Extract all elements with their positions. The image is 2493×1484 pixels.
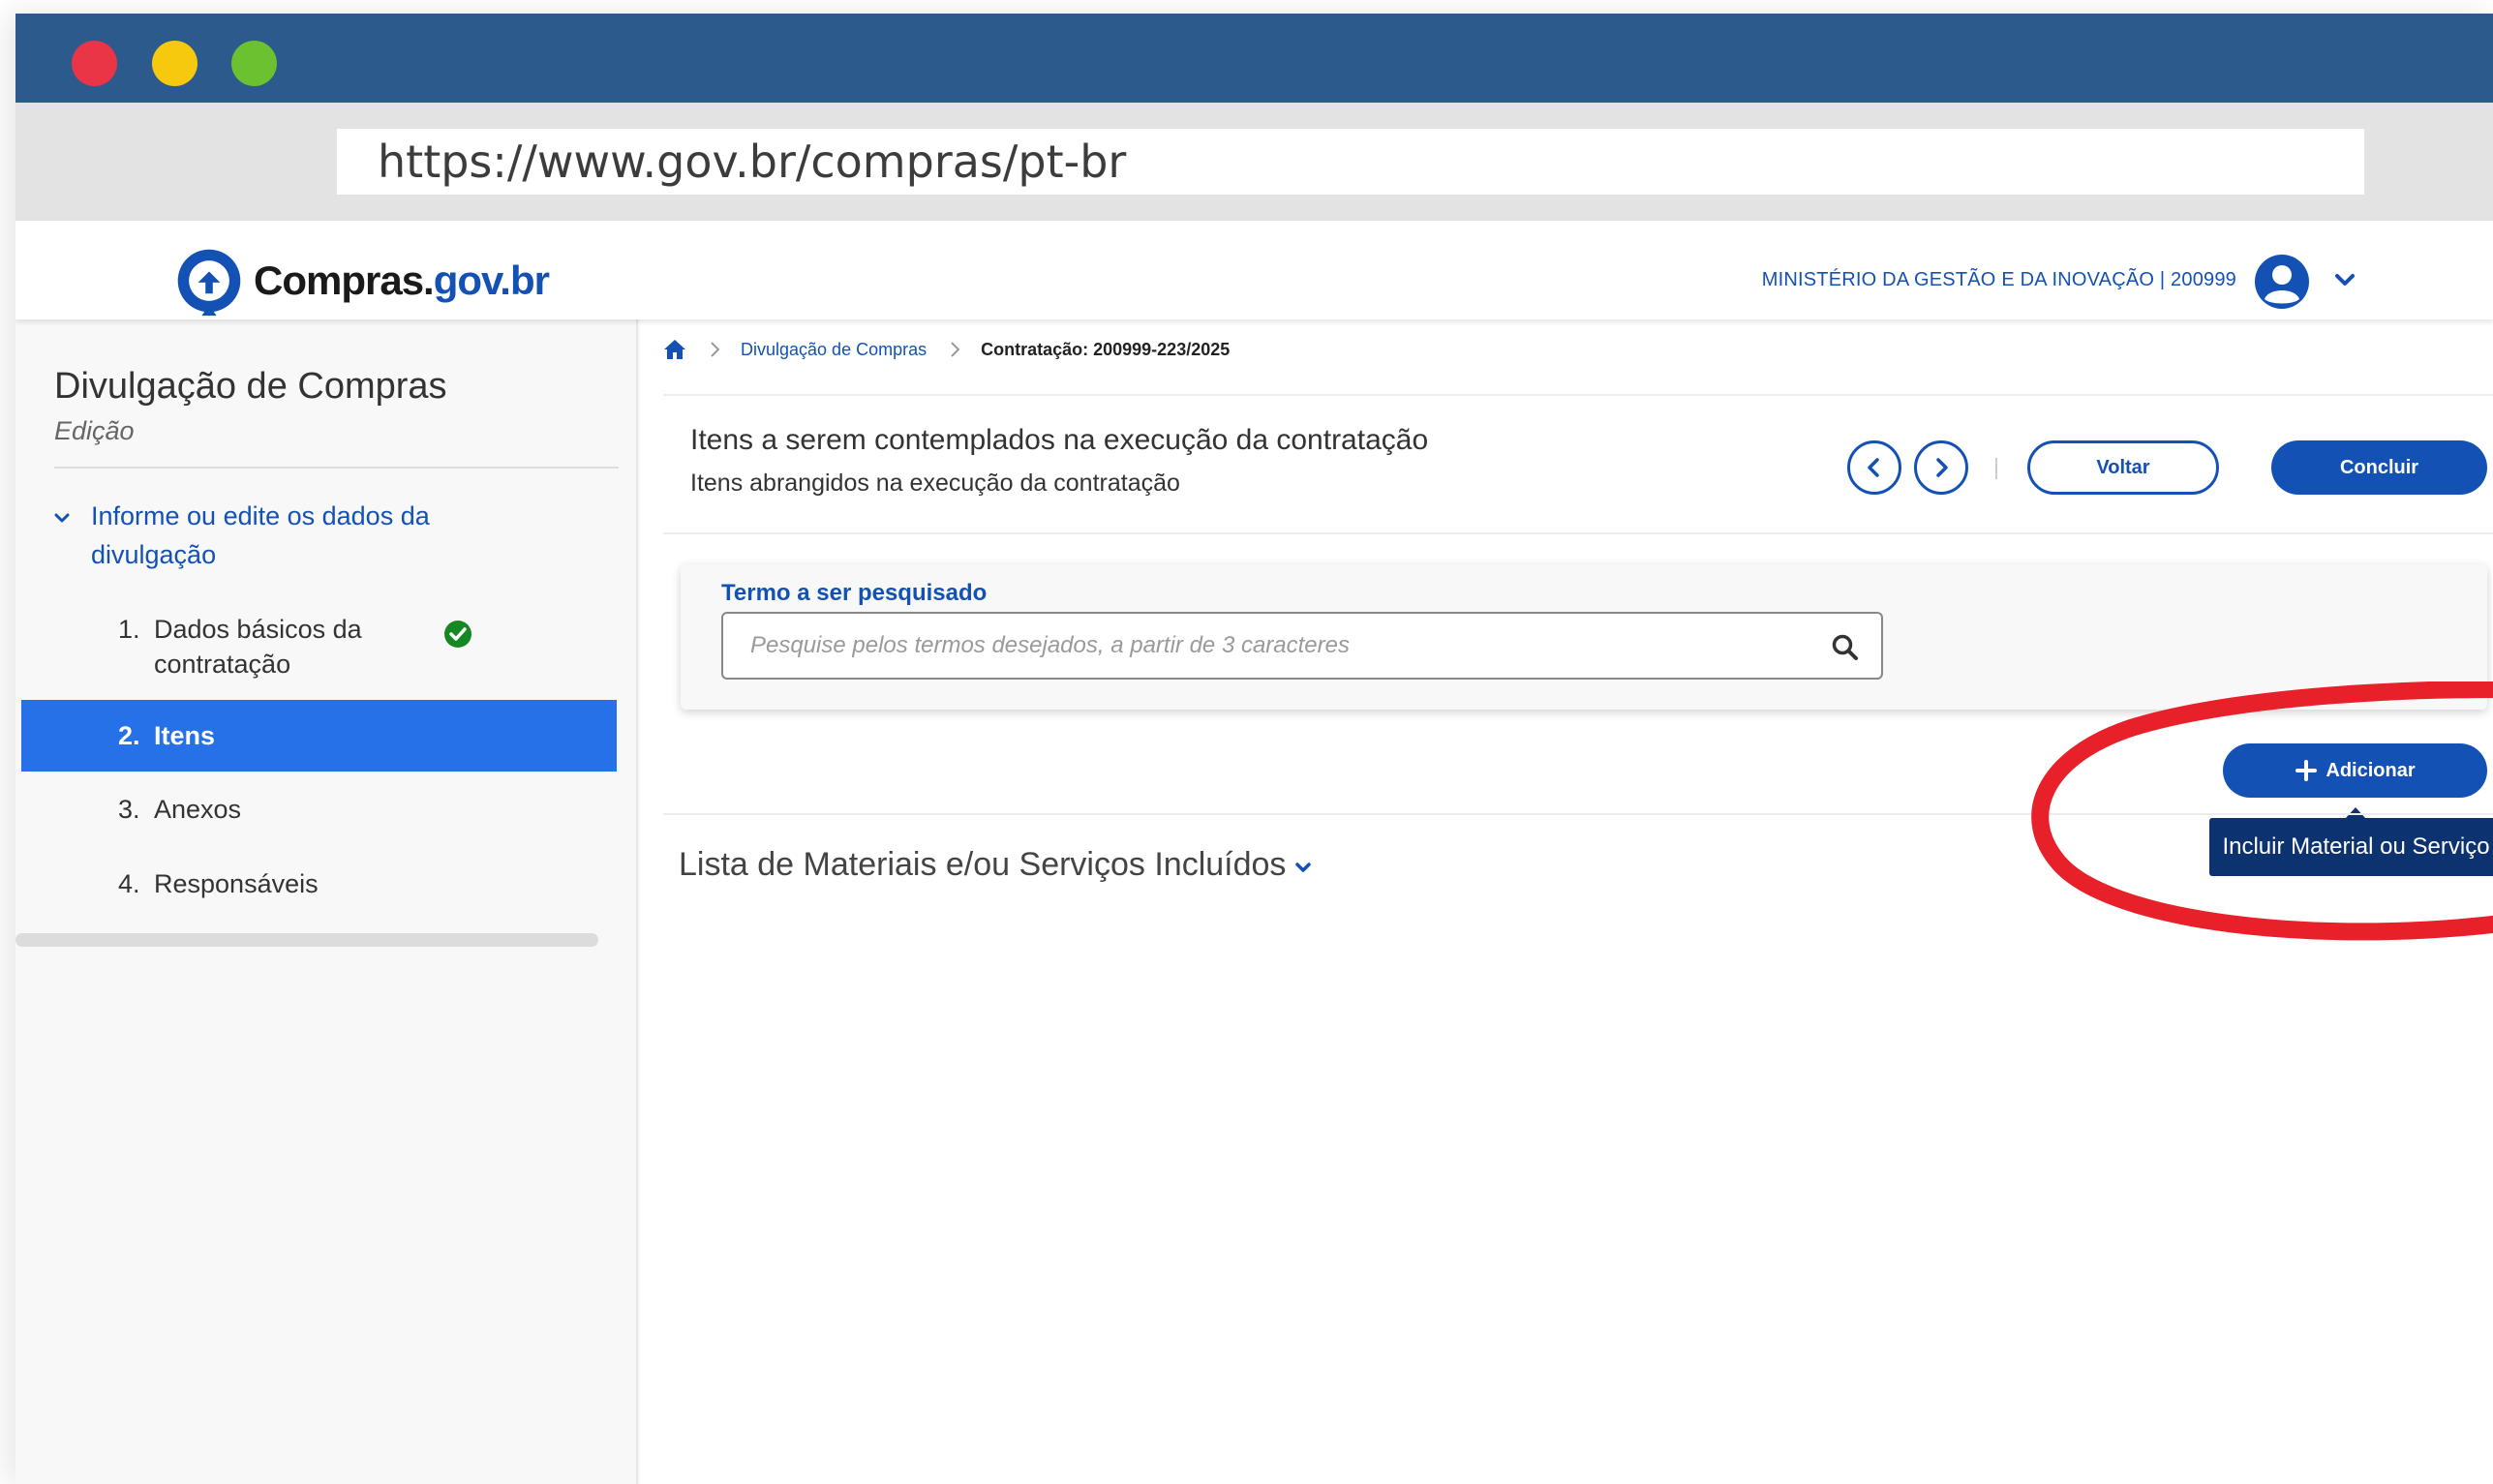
main-content: Divulgação de Compras Contratação: 20099… — [640, 319, 2493, 1484]
plus-icon — [2295, 760, 2318, 781]
add-item-label: Adicionar — [2326, 759, 2416, 781]
finish-button[interactable]: Concluir — [2271, 440, 2487, 495]
chevron-right-icon — [951, 342, 960, 357]
minimize-window-button[interactable] — [152, 41, 198, 86]
included-items-title: Lista de Materiais e/ou Serviços Incluíd… — [679, 846, 1287, 883]
chevron-left-icon — [1868, 458, 1879, 477]
add-item-tooltip: Incluir Material ou Serviço — [2209, 818, 2493, 876]
logo-text: Compras.gov.br — [254, 257, 550, 303]
toolbar-divider — [1995, 458, 1997, 479]
list-divider — [663, 813, 2493, 815]
check-circle-icon — [444, 621, 471, 648]
close-window-button[interactable] — [72, 41, 117, 86]
breadcrumb-current: Contratação: 200999-223/2025 — [981, 339, 1231, 359]
sidebar-group-label: Informe ou edite os dados da divulgação — [91, 501, 430, 569]
sidebar-item-itens[interactable]: 2. Itens — [118, 718, 215, 753]
compras-logo[interactable]: Compras.gov.br — [172, 242, 550, 319]
search-input[interactable] — [748, 614, 1794, 678]
sidebar-item-label: Itens — [154, 721, 216, 750]
sidebar: Divulgação de Compras Edição Informe ou … — [15, 319, 638, 1484]
sidebar-item-dados-basicos[interactable]: 1. Dados básicos da contratação — [118, 612, 409, 681]
sidebar-active-highlight — [21, 700, 617, 772]
sidebar-scrollbar[interactable] — [15, 933, 598, 947]
breadcrumb-divider — [663, 394, 2493, 396]
chevron-down-icon — [1295, 862, 1312, 872]
sidebar-item-label: Anexos — [154, 795, 242, 824]
search-icon[interactable] — [1831, 633, 1860, 662]
included-items-toggle[interactable]: Lista de Materiais e/ou Serviços Incluíd… — [679, 846, 1313, 884]
chevron-right-icon — [1936, 458, 1948, 477]
search-label: Termo a ser pesquisado — [721, 580, 988, 606]
sidebar-item-anexos[interactable]: 3. Anexos — [118, 792, 241, 827]
sidebar-item-label: Dados básicos da contratação — [154, 615, 362, 679]
sidebar-title: Divulgação de Compras — [54, 366, 447, 407]
page-title: Itens a serem contemplados na execução d… — [690, 424, 1429, 456]
sidebar-item-label: Responsáveis — [154, 869, 319, 898]
browser-window: https://www.gov.br/compras/pt-br Compras… — [15, 14, 2493, 1484]
previous-step-button[interactable] — [1847, 440, 1901, 495]
breadcrumb-link[interactable]: Divulgação de Compras — [741, 340, 927, 360]
chevron-right-icon — [711, 342, 720, 357]
ministry-label: MINISTÉRIO DA GESTÃO E DA INOVAÇÃO | 200… — [1761, 269, 2236, 290]
chevron-down-icon[interactable] — [2332, 267, 2357, 292]
app-header: Compras.gov.br MINISTÉRIO DA GESTÃO E DA… — [15, 221, 2493, 319]
home-icon[interactable] — [663, 339, 686, 360]
page-subtitle: Itens abrangidos na execução da contrata… — [690, 469, 1180, 497]
title-divider — [663, 532, 2493, 534]
add-item-button[interactable]: Adicionar — [2223, 743, 2487, 798]
breadcrumb: Divulgação de Compras Contratação: 20099… — [663, 339, 1230, 360]
chevron-down-icon — [54, 513, 70, 523]
user-circle-icon[interactable] — [2253, 253, 2311, 311]
maximize-window-button[interactable] — [231, 41, 277, 86]
address-bar-area: https://www.gov.br/compras/pt-br — [15, 103, 2493, 221]
browser-titlebar — [15, 14, 2493, 103]
search-box — [721, 612, 1883, 680]
next-step-button[interactable] — [1914, 440, 1968, 495]
sidebar-group-toggle[interactable]: Informe ou edite os dados da divulgação — [52, 497, 498, 574]
url-field[interactable]: https://www.gov.br/compras/pt-br — [337, 129, 2364, 195]
back-button[interactable]: Voltar — [2027, 440, 2219, 495]
sidebar-item-responsaveis[interactable]: 4. Responsáveis — [118, 866, 319, 901]
sidebar-divider — [54, 467, 619, 469]
compras-logo-icon — [177, 249, 241, 317]
sidebar-subtitle: Edição — [54, 416, 135, 445]
search-card: Termo a ser pesquisado — [681, 564, 2487, 710]
